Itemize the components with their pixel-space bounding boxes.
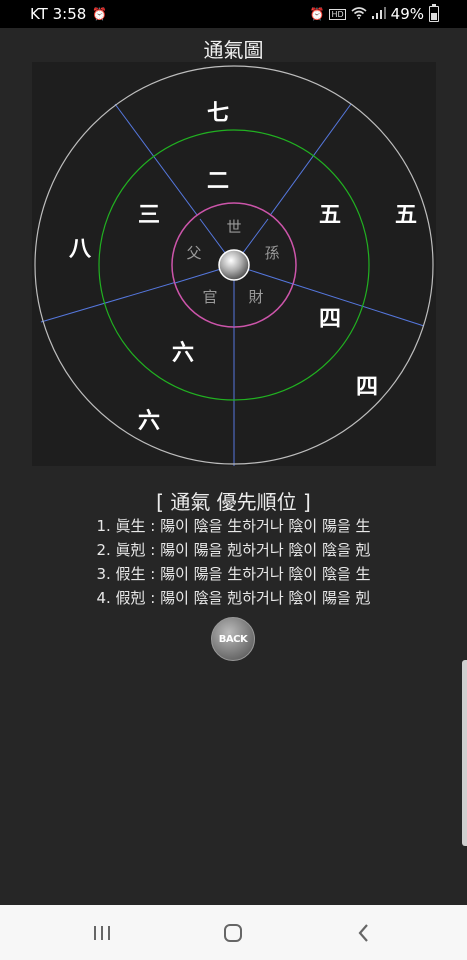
middle-numeral: 四 <box>319 307 341 332</box>
priority-rule: 2. 眞剋 : 陽이 陽을 剋하거나 陰이 陰을 剋 <box>96 541 371 559</box>
priority-title: [ 通氣 優先順位 ] <box>156 490 311 514</box>
status-right: ⏰ HD 49% <box>309 4 439 23</box>
inner-label: 孫 <box>264 244 279 262</box>
middle-numeral: 五 <box>319 203 341 228</box>
alarm-icon: ⏰ <box>92 7 108 21</box>
outer-numeral: 五 <box>395 203 417 228</box>
inner-label: 官 <box>202 288 217 306</box>
status-left: KT 3:58 ⏰ <box>30 5 107 23</box>
carrier-time: KT 3:58 <box>30 5 87 23</box>
status-bar: KT 3:58 ⏰ ⏰ HD 49% <box>0 0 467 28</box>
alarm-icon: ⏰ <box>309 7 325 21</box>
hd-icon: HD <box>329 8 346 20</box>
inner-label: 財 <box>248 288 263 306</box>
middle-numeral: 六 <box>172 341 194 366</box>
inner-label: 世 <box>226 218 241 236</box>
signal-icon <box>371 6 386 22</box>
tonggi-chart: 世 孫 財 官 父 二 三 五 四 六 七 八 五 四 六 <box>32 62 436 466</box>
navigation-bar <box>0 905 467 960</box>
back-icon[interactable] <box>352 921 376 945</box>
wifi-icon <box>351 6 367 22</box>
inner-label: 父 <box>186 244 201 262</box>
home-icon[interactable] <box>221 921 245 945</box>
middle-numeral: 三 <box>138 203 160 228</box>
priority-rule: 3. 假生 : 陽이 陽을 生하거나 陰이 陰을 生 <box>96 565 371 583</box>
outer-numeral: 四 <box>356 375 378 400</box>
outer-numeral: 七 <box>207 101 229 126</box>
back-button-label: BACK <box>218 633 248 645</box>
battery-fill <box>431 13 437 20</box>
middle-numeral: 二 <box>207 169 229 194</box>
back-button[interactable]: BACK <box>211 617 255 661</box>
scroll-handle[interactable] <box>462 660 467 846</box>
center-knob <box>218 249 250 281</box>
recent-apps-icon[interactable] <box>90 921 114 945</box>
chart-svg: 世 孫 財 官 父 二 三 五 四 六 七 八 五 四 六 <box>34 65 434 466</box>
battery-icon <box>429 4 439 22</box>
priority-rule: 1. 眞生 : 陽이 陰을 生하거나 陰이 陽을 生 <box>96 517 371 535</box>
outer-numeral: 六 <box>138 409 160 434</box>
page-title: 通氣圖 <box>203 38 264 62</box>
battery-percent: 49% <box>390 5 424 23</box>
priority-rule: 4. 假剋 : 陽이 陰을 剋하거나 陰이 陽을 剋 <box>96 589 371 607</box>
outer-numeral: 八 <box>69 237 92 262</box>
